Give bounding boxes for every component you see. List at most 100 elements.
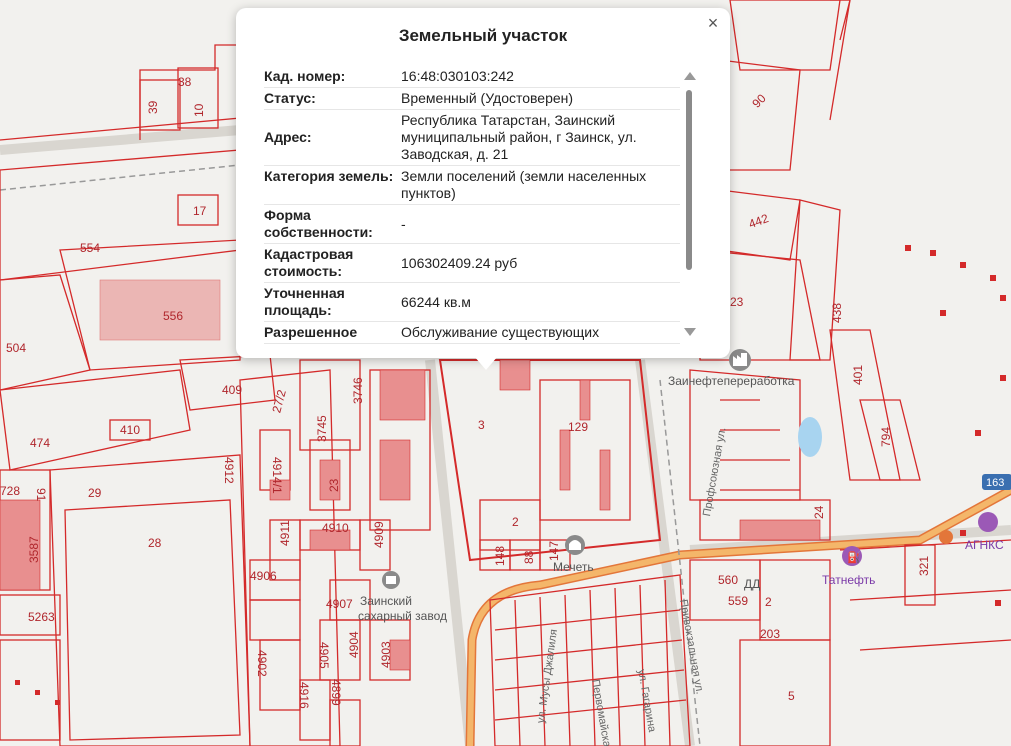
property-row-status: Статус: Временный (Удостоверен) — [264, 88, 680, 110]
parcel-properties[interactable]: Кад. номер: 16:48:030103:242 Статус: Вре… — [264, 66, 680, 344]
popup-scrollbar[interactable] — [682, 70, 696, 338]
sugar-factory-icon-glyph — [386, 576, 396, 584]
property-value: 16:48:030103:242 — [401, 68, 514, 84]
parcel-label: 438 — [830, 303, 844, 323]
parcel-info-popup: × Земельный участок Кад. номер: 16:48:03… — [236, 8, 730, 358]
property-value: - — [401, 215, 406, 232]
parcel-label: 88 — [522, 550, 536, 564]
property-row-area: Уточненная площадь: 66244 кв.м — [264, 283, 680, 322]
parcel-label: 556 — [163, 309, 183, 323]
parcel-label: 3 — [478, 418, 485, 432]
parcel-label: 23 — [730, 295, 744, 309]
property-row-land-category: Категория земель: Земли поселений (земли… — [264, 166, 680, 205]
parcel-label: 321 — [917, 556, 931, 576]
poi-agnks[interactable]: АГНКС — [965, 538, 1004, 552]
parcel-label: 728 — [0, 484, 20, 498]
poi-sugar-factory-line2[interactable]: сахарный завод — [358, 609, 447, 623]
property-key: Кад. номер: — [264, 68, 346, 84]
parcel-label: 91 — [34, 488, 48, 502]
parcel-label: 203 — [760, 627, 780, 641]
property-key: Категория земель: — [264, 168, 394, 184]
scroll-up-icon[interactable] — [684, 72, 696, 80]
parcel-label: 442 — [747, 211, 771, 231]
parcel-label: 4899 — [329, 679, 343, 706]
parcel-label: 4916 — [297, 682, 311, 709]
street-privokzalnaya: Привокзальная ул. — [677, 598, 706, 695]
parcel-label: 2 — [512, 515, 519, 529]
property-value: Обслуживание существующих — [401, 324, 600, 340]
parcel-label: 410 — [120, 423, 140, 437]
parcel-label: 3746 — [351, 377, 365, 404]
parcel-label: 24 — [812, 505, 826, 519]
parcel-label: 4914/1 — [270, 457, 284, 494]
parcel-label: 23 — [327, 478, 341, 492]
parcel-label: 554 — [80, 241, 100, 255]
poi-mosque[interactable]: Мечеть — [553, 560, 594, 574]
parcel-label: 794 — [879, 427, 893, 447]
street-profsoyuznaya: Профсоюзная ул. — [701, 426, 728, 517]
parcel-label: 474 — [30, 436, 50, 450]
property-key: Уточненная площадь: — [264, 285, 345, 318]
parcel-label: 4911 — [278, 520, 292, 546]
property-row-ownership: Форма собственности: - — [264, 205, 680, 244]
property-value: 106302409.24 руб — [401, 254, 518, 271]
gas-station-icon-glyph: ⛽ — [847, 551, 861, 564]
poi-dd[interactable]: ДД — [744, 577, 760, 591]
street-gagarina: ул. Гагарина — [635, 668, 658, 734]
route-badge-label: 163 — [986, 477, 1004, 489]
parcel-label: 3745 — [315, 415, 329, 442]
parcel-label: 4909 — [372, 521, 386, 548]
parcel-label: 559 — [728, 594, 748, 608]
parcel-label: 147 — [547, 541, 561, 561]
parcel-label: 17 — [193, 204, 207, 218]
parcel-label: 4910 — [322, 521, 349, 535]
parcel-label: 4903 — [379, 641, 393, 668]
parcel-label: 4902 — [255, 650, 269, 677]
property-value: Земли поселений (земли населенных пункто… — [401, 168, 647, 201]
poi-sugar-factory-line1[interactable]: Заинский — [360, 594, 412, 608]
property-row-permitted-use: Разрешенное Обслуживание существующих — [264, 322, 680, 344]
parcel-label: 10 — [192, 103, 206, 117]
parcel-label: 5 — [788, 689, 795, 703]
property-key: Кадастровая стоимость: — [264, 246, 354, 279]
property-value: Республика Татарстан, Заинский муниципал… — [401, 112, 637, 162]
parcel-label: 4904 — [347, 631, 361, 658]
parcel-label: 5263 — [28, 610, 55, 624]
property-key: Разрешенное — [264, 324, 358, 340]
parcel-label: 4905 — [317, 642, 331, 669]
property-value: 66244 кв.м — [401, 293, 471, 310]
property-row-cadastral-value: Кадастровая стоимость: 106302409.24 руб — [264, 244, 680, 283]
property-key: Адрес: — [264, 129, 312, 145]
parcel-label: 4912 — [222, 457, 236, 484]
parcel-label: 129 — [568, 420, 588, 434]
popup-title: Земельный участок — [398, 26, 568, 45]
parcel-label: 504 — [6, 341, 26, 355]
poi-factory[interactable]: Заинефтепереработка — [668, 374, 795, 388]
parcel-label: 39 — [146, 100, 160, 114]
parcel-label: 29 — [88, 486, 102, 500]
parcel-label: 148 — [493, 546, 507, 566]
property-key: Статус: — [264, 90, 316, 106]
scroll-thumb[interactable] — [686, 90, 692, 270]
road-marker-icon — [939, 530, 953, 544]
parcel-label: 90 — [749, 91, 769, 111]
scroll-down-icon[interactable] — [684, 328, 696, 336]
popup-pointer — [474, 356, 498, 370]
parcel-label: 401 — [851, 365, 865, 385]
parcel-label: 4907 — [326, 597, 353, 611]
property-row-address: Адрес: Республика Татарстан, Заинский му… — [264, 110, 680, 166]
property-row-cadastral-number: Кад. номер: 16:48:030103:242 — [264, 66, 680, 88]
poi-gas-station[interactable]: Татнефть — [822, 573, 875, 587]
parcel-label: 38 — [178, 75, 192, 89]
parcel-label: 409 — [222, 383, 242, 397]
parcel-label: 560 — [718, 573, 738, 587]
parcel-label: 2 — [765, 595, 772, 609]
property-value: Временный (Удостоверен) — [401, 90, 574, 106]
parcel-label: 27/2 — [269, 388, 289, 414]
street-pervomayskaya: Первомайская ул. — [589, 678, 617, 746]
street-musy-jalilya: ул. Мусы Джалиля — [535, 628, 560, 724]
parcel-label: 28 — [148, 536, 162, 550]
agnks-icon[interactable] — [978, 512, 998, 532]
parcel-label: 3587 — [27, 536, 41, 563]
parcel-label: 4906 — [250, 569, 277, 583]
